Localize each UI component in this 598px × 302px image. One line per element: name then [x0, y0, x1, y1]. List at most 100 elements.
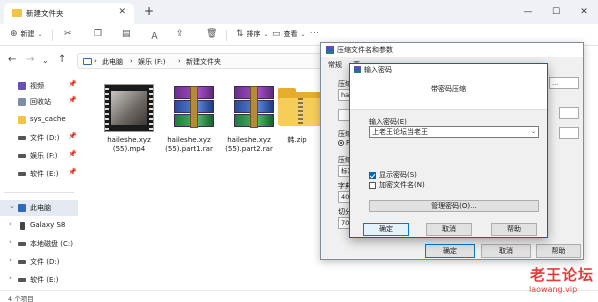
radio-selected-icon — [338, 140, 344, 146]
password-cancel-button[interactable]: 取消 — [426, 223, 472, 236]
recent-locations-icon[interactable]: ⌄ — [42, 56, 49, 65]
password-ok-button[interactable]: 确定 — [363, 223, 409, 236]
chevron-down-icon[interactable]: ⌄ — [531, 127, 536, 137]
maximize-button[interactable]: ☐ — [542, 0, 570, 24]
password-dialog: 输入密码 带密码压缩 输入密码(E) 上老王论坛当老王 ⌄ 显示密码(S) 加密… — [349, 63, 548, 238]
breadcrumb-drive-f[interactable]: 娱乐 (F:) — [138, 57, 166, 67]
breadcrumb-separator: › — [130, 57, 133, 65]
computer-icon — [83, 58, 92, 65]
rar-archive-icon — [224, 84, 274, 132]
new-tab-button[interactable]: + — [144, 4, 154, 18]
chevron-right-icon[interactable]: › — [9, 256, 12, 264]
watermark-url: laowang.vip — [529, 285, 578, 294]
options-field[interactable] — [559, 127, 579, 139]
sort-icon: ⇅ — [236, 29, 244, 39]
drive-icon — [18, 172, 26, 176]
item-count: 4 个项目 — [8, 295, 34, 302]
site-watermark: 老王论坛 laowang.vip — [520, 264, 598, 300]
rar-archive-icon — [164, 84, 214, 132]
drive-icon — [18, 154, 26, 158]
divider — [52, 30, 53, 41]
up-icon[interactable]: ↑ — [58, 54, 66, 65]
drive-icon — [18, 242, 26, 246]
archive-ok-button[interactable]: 确定 — [425, 244, 475, 258]
dialog-title-bar: 输入密码 — [350, 64, 547, 76]
title-bar: 新建文件夹 ✕ + — ☐ ✕ — [0, 0, 598, 24]
password-help-button[interactable]: 帮助 — [491, 223, 537, 236]
cut-icon[interactable]: ✂ — [64, 29, 72, 39]
status-bar: 4 个项目 — [0, 290, 598, 302]
tree-item-galaxy-s8[interactable]: › Galaxy S8 — [0, 218, 78, 234]
back-icon[interactable]: ← — [8, 54, 16, 65]
video-icon — [18, 82, 26, 90]
tree-item-drive-e[interactable]: › 软件 (E:) — [0, 272, 78, 288]
chevron-right-icon[interactable]: › — [9, 274, 12, 282]
chevron-right-icon[interactable]: › — [9, 220, 12, 228]
file-name: haileshe.xyz (55).mp4 — [107, 136, 151, 153]
share-icon[interactable]: ⇪ — [176, 29, 184, 39]
address-bar[interactable]: › 此电脑 › 娱乐 (F:) › 新建文件夹 — [77, 53, 325, 69]
chevron-down-icon: ⌄ — [263, 30, 269, 38]
tree-item-drive-c[interactable]: › 本地磁盘 (C:) — [0, 236, 78, 252]
password-value: 上老王论坛当老王 — [372, 128, 428, 136]
film-strip — [105, 85, 109, 131]
tab-new-folder[interactable]: 新建文件夹 ✕ — [4, 3, 134, 24]
delete-icon[interactable]: 🗑 — [206, 29, 217, 39]
folder-icon — [18, 116, 26, 124]
winrar-icon — [326, 46, 334, 54]
paste-icon[interactable]: ▤ — [122, 29, 131, 39]
plus-circle-icon: ⊕ — [10, 29, 18, 39]
profiles-select[interactable] — [559, 107, 579, 119]
manage-passwords-button[interactable]: 管理密码(O)... — [369, 200, 539, 212]
sidebar-item-drive-f[interactable]: 娱乐 (F:) 📌 — [0, 148, 78, 164]
minimize-button[interactable]: — — [514, 0, 542, 24]
more-options-button[interactable]: ··· — [310, 29, 320, 37]
chevron-down-icon: ⌄ — [300, 30, 306, 38]
divider — [4, 192, 74, 193]
close-button[interactable]: ✕ — [570, 0, 598, 24]
window-controls: — ☐ ✕ — [514, 0, 598, 24]
rename-icon[interactable]: Ａ — [150, 29, 159, 42]
dialog-title: 输入密码 — [364, 66, 392, 74]
file-name: haileshe.xyz (55).part1.rar — [165, 136, 213, 153]
forward-icon[interactable]: → — [26, 54, 34, 65]
sidebar-item-recycle-bin[interactable]: 回收站 📌 — [0, 94, 78, 110]
archive-help-button[interactable]: 帮助 — [536, 244, 581, 258]
sidebar-item-drive-e[interactable]: 软件 (E:) 📌 — [0, 166, 78, 182]
dialog-title-bar: 压缩文件名和参数 — [321, 43, 583, 57]
new-button[interactable]: ⊕ 新建 ⌄ — [10, 29, 43, 39]
pin-icon: 📌 — [68, 168, 77, 176]
watermark-title: 老王论坛 — [530, 266, 595, 284]
dialog-heading: 带密码压缩 — [431, 85, 466, 93]
sort-button[interactable]: ⇅ 排序 ⌄ — [236, 29, 269, 39]
show-password-checkbox[interactable]: 显示密码(S) — [369, 170, 417, 180]
checkbox-checked-icon — [369, 171, 376, 179]
tree-item-this-pc[interactable]: ⌄ 此电脑 — [0, 200, 78, 216]
video-thumbnail — [104, 84, 154, 132]
breadcrumb-this-pc[interactable]: 此电脑 — [102, 57, 123, 67]
close-tab-icon[interactable]: ✕ — [118, 7, 126, 17]
tree-item-drive-d[interactable]: › 文件 (D:) — [0, 254, 78, 270]
drive-icon — [18, 278, 26, 282]
chevron-down-icon[interactable]: ⌄ — [9, 202, 15, 210]
chevron-right-icon[interactable]: › — [9, 238, 12, 246]
drive-icon — [18, 136, 26, 140]
browse-button[interactable]: ... — [549, 77, 579, 89]
sidebar-item-drive-d[interactable]: 文件 (D:) 📌 — [0, 130, 78, 146]
sidebar-item-sys-cache[interactable]: sys_cache — [0, 112, 78, 128]
view-button[interactable]: ▭ 查看 ⌄ — [272, 29, 306, 39]
password-input[interactable]: 上老王论坛当老王 ⌄ — [369, 126, 539, 138]
winrar-icon — [354, 66, 361, 73]
folder-icon — [12, 9, 22, 17]
sidebar-item-videos[interactable]: 视频 📌 — [0, 78, 78, 94]
tab-general[interactable]: 常规 — [328, 60, 342, 70]
archive-cancel-button[interactable]: 取消 — [481, 244, 531, 258]
dialog-header: 带密码压缩 — [350, 76, 547, 110]
pin-icon: 📌 — [68, 80, 77, 88]
tab-title: 新建文件夹 — [26, 9, 64, 18]
breadcrumb-new-folder[interactable]: 新建文件夹 — [186, 57, 221, 67]
pin-icon: 📌 — [68, 96, 77, 104]
encrypt-filenames-checkbox[interactable]: 加密文件名(N) — [369, 180, 425, 190]
copy-icon[interactable]: ❐ — [94, 29, 102, 39]
drive-icon — [18, 260, 26, 264]
